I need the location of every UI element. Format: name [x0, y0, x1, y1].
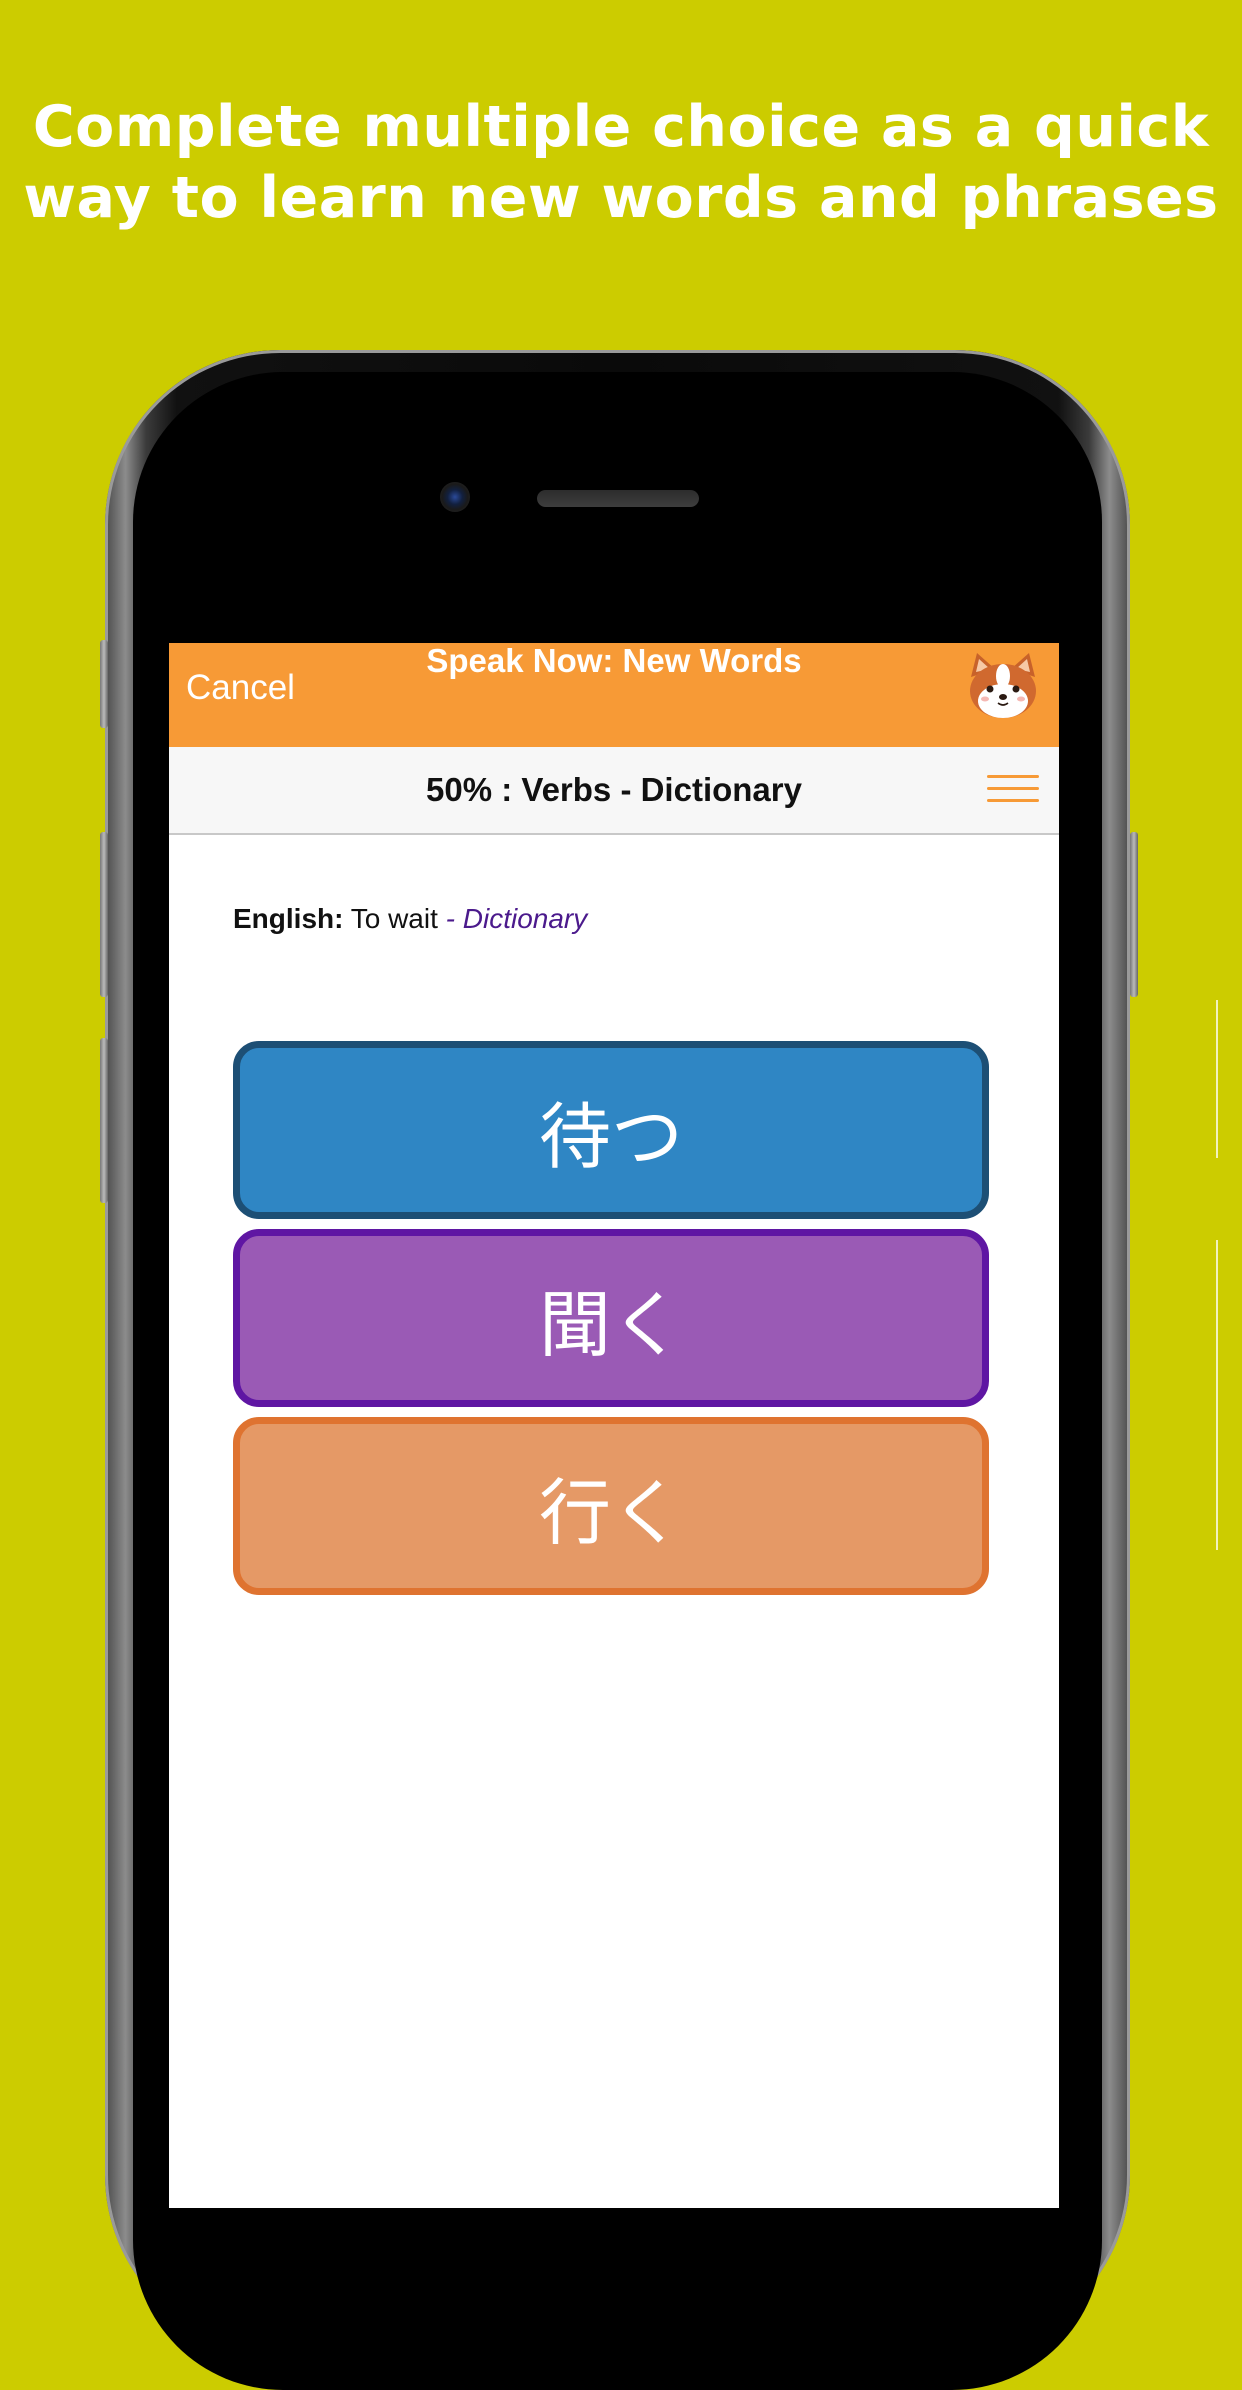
front-camera	[440, 482, 470, 512]
phone-power-button	[1130, 832, 1138, 997]
headline-line-2: way to learn new words and phrases	[23, 165, 1219, 231]
phone-volume-down-button	[100, 1038, 108, 1203]
answer-choice-1-button[interactable]: 待つ	[233, 1041, 989, 1219]
prompt-category: - Dictionary	[445, 903, 588, 934]
hamburger-menu-icon[interactable]	[987, 775, 1039, 805]
prompt-label: English:	[233, 903, 344, 934]
answer-choice-2-button[interactable]: 聞く	[233, 1229, 989, 1407]
earpiece-speaker	[537, 490, 699, 507]
lesson-header-bar: 50% : Verbs - Dictionary	[169, 747, 1059, 835]
nav-title: Speak Now: New Words	[426, 643, 802, 679]
marketing-headline: Complete multiple choice as a quick way …	[0, 92, 1242, 234]
phone-mute-switch	[100, 640, 108, 728]
lesson-progress-title: 50% : Verbs - Dictionary	[426, 771, 802, 808]
question-prompt: English: To wait - Dictionary	[233, 901, 587, 937]
answer-choice-3-button[interactable]: 行く	[233, 1417, 989, 1595]
prompt-text: To wait	[350, 903, 438, 934]
decorative-line	[1216, 1000, 1218, 1158]
app-screen: Cancel Speak Now: New Words 50% : Verbs …	[169, 643, 1059, 2208]
headline-line-1: Complete multiple choice as a quick	[32, 94, 1210, 160]
decorative-line	[1216, 1240, 1218, 1550]
shiba-dog-avatar-icon[interactable]	[965, 651, 1041, 721]
phone-volume-up-button	[100, 832, 108, 997]
navigation-bar: Cancel Speak Now: New Words	[169, 643, 1059, 747]
